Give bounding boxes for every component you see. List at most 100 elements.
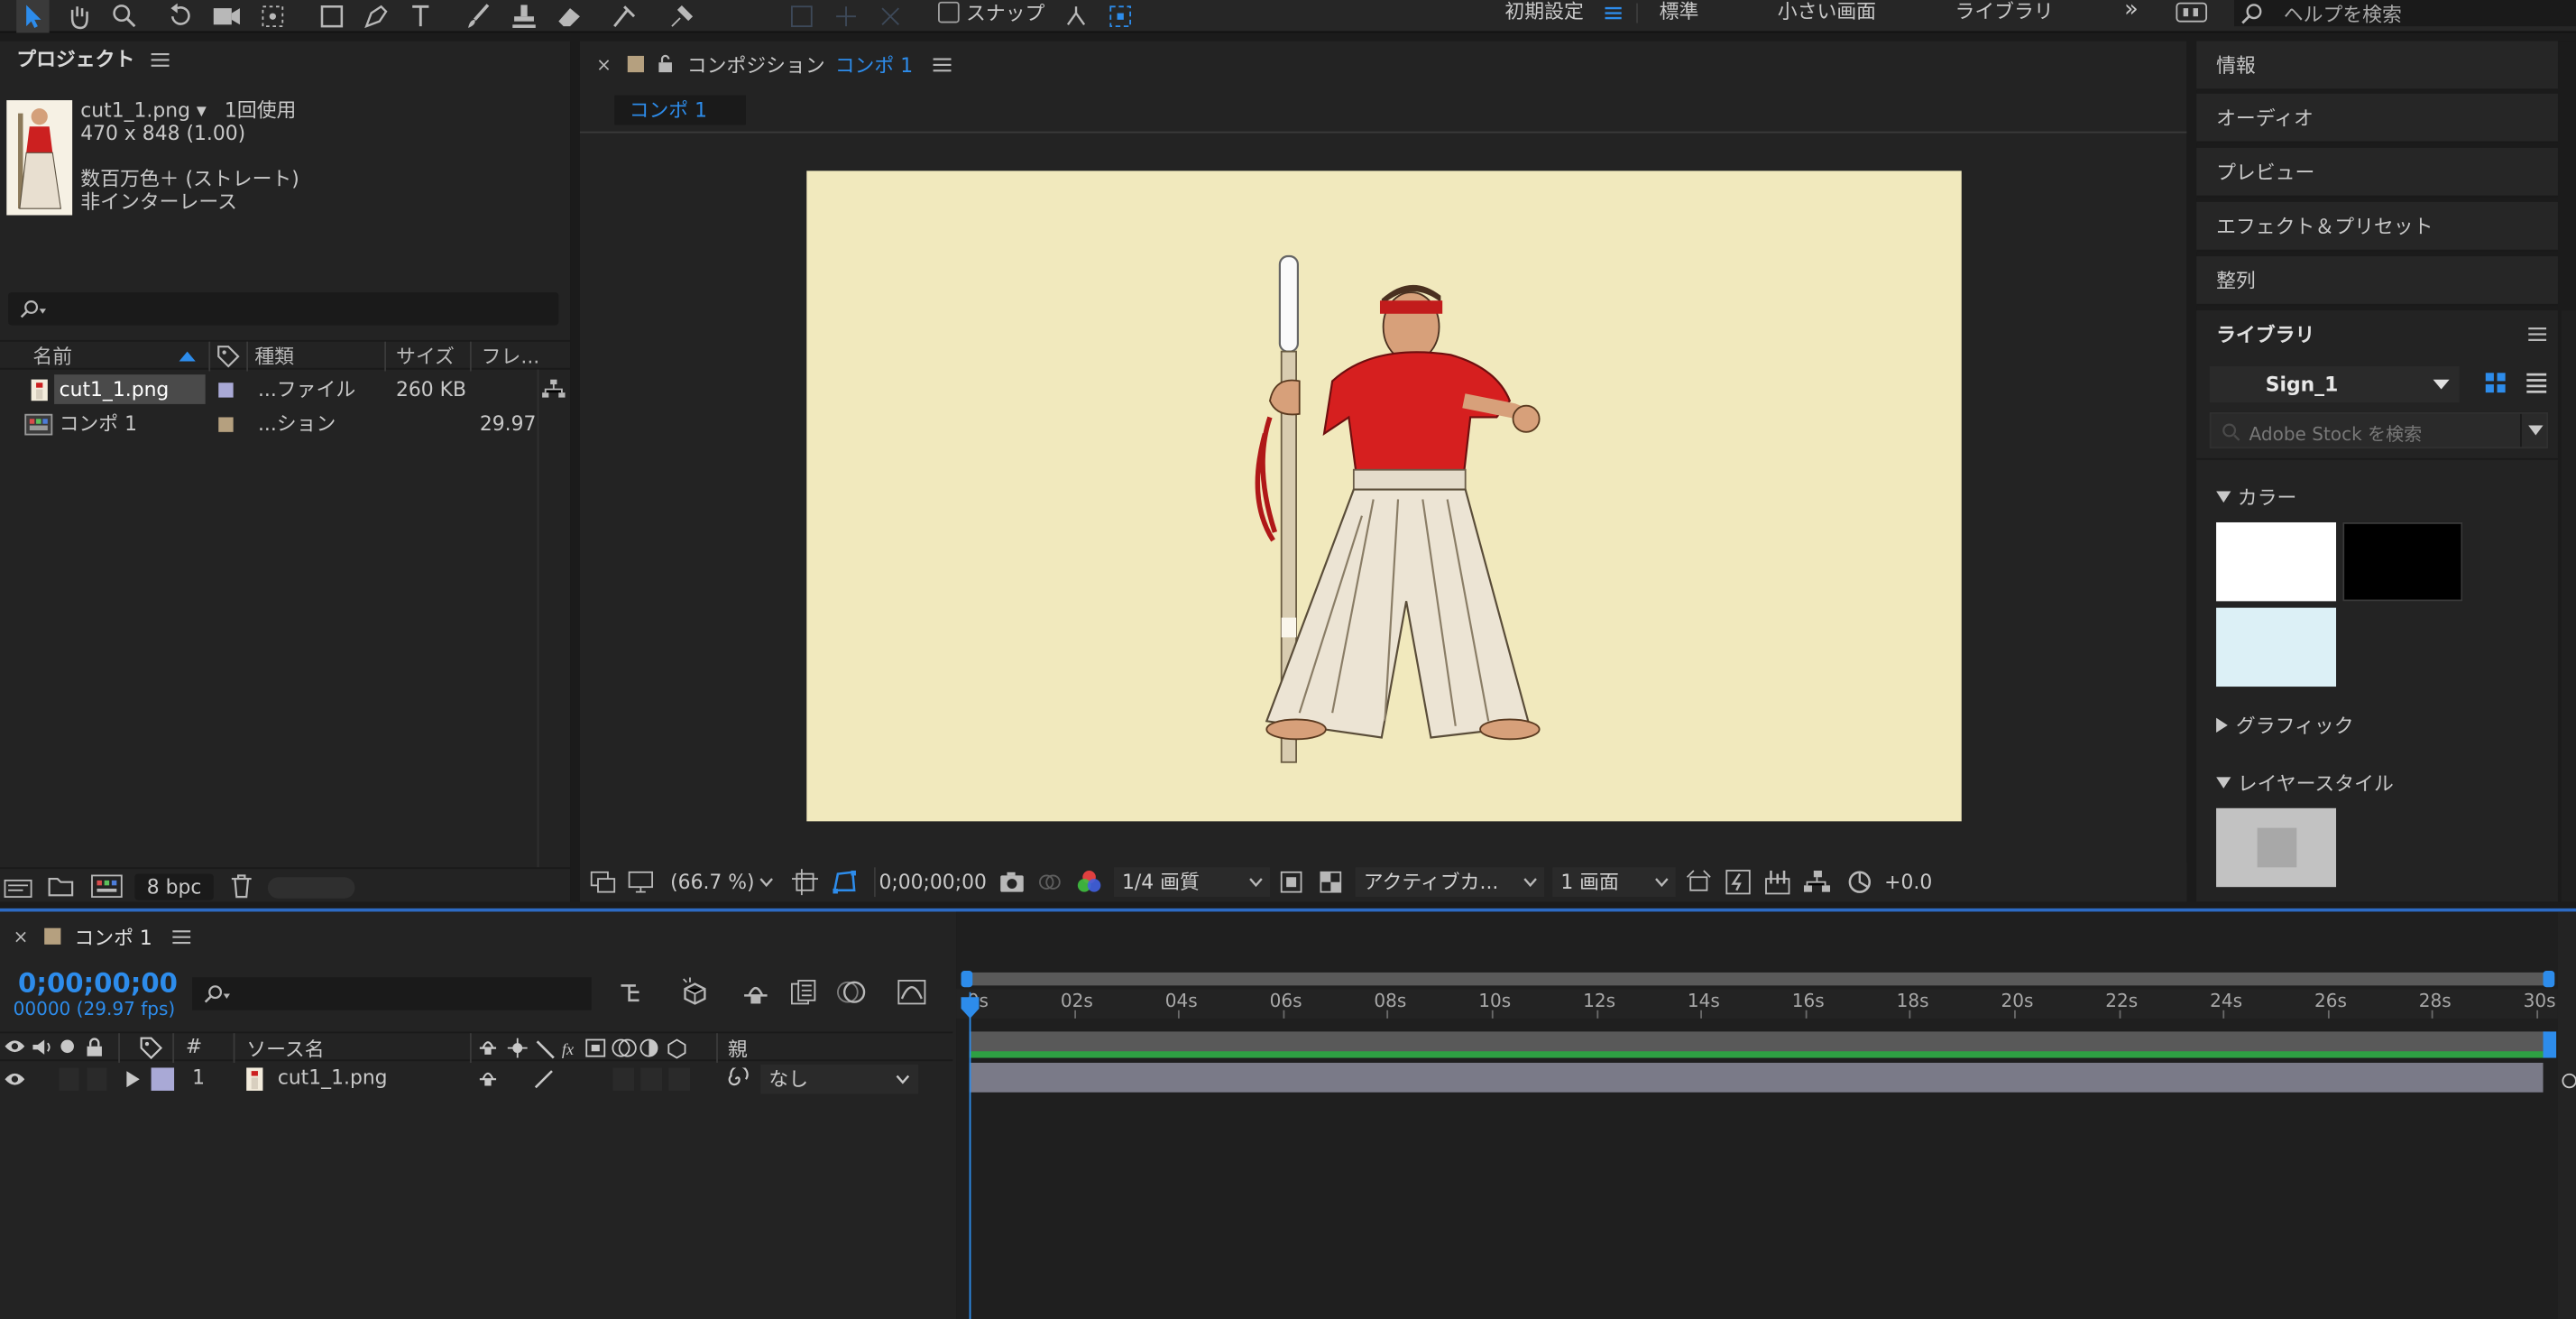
effects-presets-panel-tab[interactable]: エフェクト＆プリセット — [2196, 201, 2558, 252]
layer-label-swatch[interactable] — [151, 1067, 175, 1091]
timeline-menu-icon[interactable] — [171, 929, 190, 944]
graph-editor-icon[interactable] — [897, 979, 926, 1005]
work-area-start-handle[interactable] — [961, 971, 973, 988]
switch-slot[interactable] — [668, 1067, 690, 1091]
close-icon[interactable]: × — [14, 926, 29, 947]
pick-whip-icon[interactable] — [726, 1067, 749, 1090]
text-tool-icon[interactable] — [406, 0, 438, 32]
work-area-bar[interactable] — [961, 972, 2555, 986]
colors-section-header[interactable]: カラー — [2216, 483, 2296, 511]
project-item-row[interactable]: コンポ 1 ...ション 29.97 — [0, 408, 570, 440]
label-column-icon[interactable] — [140, 1037, 163, 1060]
solo-toggle[interactable] — [59, 1067, 79, 1091]
library-select[interactable]: Sign_1 — [2209, 366, 2460, 403]
workspace-small-screen[interactable]: 小さい画面 — [1778, 0, 1876, 26]
playhead-handle[interactable] — [961, 997, 980, 1019]
camera-tool-icon[interactable] — [210, 0, 243, 32]
view-layout-dropdown[interactable]: 1 画面 — [1552, 867, 1676, 898]
motion-blur-icon[interactable] — [836, 979, 866, 1005]
comp-end-marker[interactable] — [2543, 1031, 2557, 1058]
pen-tool-icon[interactable] — [360, 0, 392, 32]
stock-search-input[interactable]: Adobe Stock を検索 — [2209, 411, 2548, 449]
clone-stamp-tool-icon[interactable] — [508, 0, 540, 32]
workspace-more-icon[interactable]: » — [2124, 0, 2139, 26]
item-name[interactable]: cut1_1.png — [54, 374, 206, 404]
project-item-row[interactable]: cut1_1.png ...ファイル 260 KB — [0, 373, 570, 405]
column-size[interactable]: サイズ — [396, 342, 455, 372]
layer-name[interactable]: cut1_1.png — [278, 1066, 388, 1089]
channel-rgb-icon[interactable] — [1076, 867, 1102, 897]
item-label-swatch[interactable] — [218, 383, 234, 398]
library-scrollbar[interactable] — [2561, 310, 2576, 902]
exposure-value[interactable]: +0.0 — [1884, 867, 1932, 897]
column-parent[interactable]: 親 — [728, 1035, 748, 1063]
timeline-graph-area[interactable]: 0s02s04s06s08s10s12s14s16s18s20s22s24s26… — [956, 911, 2576, 1319]
bit-depth-button[interactable]: 8 bpc — [134, 873, 214, 900]
column-layer-number[interactable]: # — [186, 1035, 202, 1057]
flowchart-icon[interactable] — [542, 379, 566, 400]
comp-flowchart-icon[interactable] — [1803, 867, 1831, 897]
layer-styles-section-header[interactable]: レイヤースタイル — [2216, 769, 2394, 797]
snap-toggle[interactable]: スナップ — [938, 0, 1044, 24]
list-view-icon[interactable] — [2525, 371, 2547, 393]
parent-dropdown[interactable]: なし — [760, 1064, 919, 1094]
item-label-swatch[interactable] — [218, 417, 234, 432]
comp-label-swatch[interactable] — [628, 55, 645, 73]
layer-switches-icons[interactable]: fx — [478, 1038, 692, 1060]
solo-dot-icon[interactable] — [60, 1039, 74, 1054]
roto-brush-tool-icon[interactable] — [608, 0, 640, 32]
timeline-search-input[interactable] — [192, 977, 592, 1010]
camera-view-dropdown[interactable]: アクティブカ... — [1355, 867, 1545, 898]
frame-blending-icon[interactable] — [788, 979, 818, 1005]
snap-checkbox[interactable] — [938, 1, 960, 23]
comp-flow-tab[interactable]: コンポ 1 — [614, 95, 746, 125]
time-ruler[interactable]: 0s02s04s06s08s10s12s14s16s18s20s22s24s26… — [956, 989, 2576, 1019]
rotate-tool-icon[interactable] — [164, 0, 197, 32]
workspace-default[interactable]: 初期設定 — [1504, 0, 1583, 26]
hand-tool-icon[interactable] — [62, 0, 95, 32]
workspace-menu-icon[interactable] — [1604, 0, 1624, 24]
current-time-display[interactable]: 0;00;00;00 — [873, 867, 987, 898]
snap-extent-icon[interactable] — [1104, 0, 1136, 32]
lock-toggle[interactable] — [87, 1067, 107, 1091]
zoom-tool-icon[interactable] — [108, 0, 141, 32]
project-search-input[interactable] — [8, 292, 559, 326]
workspace-standard[interactable]: 標準 — [1660, 0, 1699, 26]
switch-slot[interactable] — [640, 1067, 663, 1091]
transparency-grid-icon[interactable] — [1318, 867, 1344, 897]
new-folder-icon[interactable] — [48, 875, 74, 897]
color-swatch-white[interactable] — [2216, 521, 2337, 602]
draft-3d-icon[interactable] — [680, 977, 710, 1007]
expand-arrow-icon[interactable] — [126, 1071, 140, 1088]
item-name[interactable]: コンポ 1 — [60, 408, 137, 440]
project-panel-menu-icon[interactable] — [151, 51, 170, 67]
info-panel-tab[interactable]: 情報 — [2196, 41, 2558, 91]
snap-edge-icon[interactable] — [1060, 0, 1092, 32]
fast-preview-icon[interactable] — [1725, 867, 1751, 897]
project-panel-title[interactable]: プロジェクト — [16, 42, 134, 78]
timeline-scrollbar[interactable] — [2557, 911, 2576, 1319]
layer-duration-bar[interactable] — [969, 1062, 2544, 1093]
label-column-icon[interactable] — [216, 345, 240, 368]
magnification-select[interactable]: (66.7 %) — [670, 867, 754, 897]
shy-layers-icon[interactable] — [741, 979, 770, 1005]
preview-panel-tab[interactable]: プレビュー — [2196, 147, 2558, 198]
new-composition-icon[interactable] — [90, 874, 123, 899]
shy-switch-icon[interactable] — [478, 1069, 498, 1089]
layer-style-thumbnail[interactable] — [2216, 807, 2337, 888]
mask-path-visibility-icon[interactable] — [832, 867, 858, 897]
library-panel-menu-icon[interactable] — [2528, 327, 2547, 341]
composition-canvas[interactable] — [806, 171, 1962, 822]
brush-tool-icon[interactable] — [462, 0, 494, 32]
comp-panel-name[interactable]: コンポ 1 — [835, 51, 913, 78]
work-area-end-handle[interactable] — [2543, 971, 2555, 988]
always-preview-icon[interactable] — [590, 867, 616, 897]
column-source-name[interactable]: ソース名 — [246, 1035, 324, 1063]
timeline-tab-name[interactable]: コンポ 1 — [74, 922, 152, 950]
selection-tool-icon[interactable] — [16, 0, 50, 33]
trash-icon[interactable] — [230, 874, 253, 899]
video-eye-icon[interactable] — [5, 1071, 25, 1087]
color-swatch-black[interactable] — [2342, 521, 2463, 602]
samurai-character-image[interactable] — [806, 171, 1961, 821]
workspace-library[interactable]: ライブラリ — [1955, 0, 2053, 26]
